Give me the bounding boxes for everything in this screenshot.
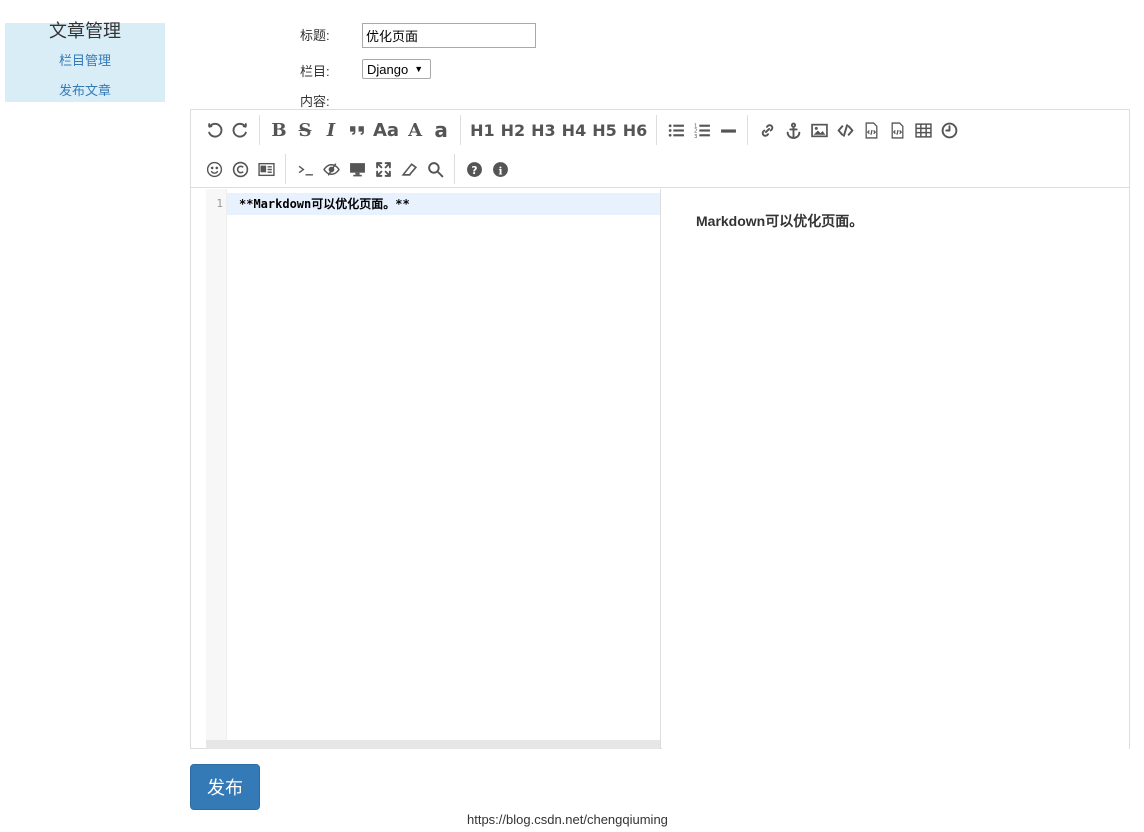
info-icon[interactable]: i	[487, 154, 513, 184]
markdown-editor: B S I Aa Aa H1 H2 H3 H4 H5 H6 1 2 3 ? i 1 **Markdown可以…	[190, 109, 1130, 749]
toolbar-separator	[747, 115, 749, 145]
toolbar-row-2: ? i	[201, 151, 513, 187]
svg-text:i: i	[498, 164, 502, 177]
strikethrough-button[interactable]: S	[292, 115, 318, 145]
h1-button[interactable]: H1	[467, 115, 498, 145]
uppercase-button[interactable]: Aa	[370, 115, 402, 145]
pagebreak-icon[interactable]	[253, 154, 279, 184]
preformatted-icon[interactable]	[884, 115, 910, 145]
datetime-icon[interactable]	[936, 115, 962, 145]
toolbar-row-1: B S I Aa Aa H1 H2 H3 H4 H5 H6 1 2 3	[201, 112, 962, 148]
title-label: 标题:	[300, 28, 330, 43]
line-number: 1	[216, 197, 223, 210]
code-line[interactable]: **Markdown可以优化页面。**	[239, 195, 410, 212]
link-icon[interactable]	[754, 115, 780, 145]
svg-text:3: 3	[694, 133, 697, 138]
inline-code-icon[interactable]	[832, 115, 858, 145]
toolbar-separator	[454, 154, 455, 184]
html-entities-icon[interactable]	[227, 154, 253, 184]
sidebar: 文章管理 栏目管理 发布文章	[5, 21, 165, 102]
h2-button[interactable]: H2	[498, 115, 529, 145]
unordered-list-icon[interactable]	[663, 115, 689, 145]
editor-toolbar: B S I Aa Aa H1 H2 H3 H4 H5 H6 1 2 3 ? i	[191, 110, 1129, 188]
sidebar-link-publish-article[interactable]: 发布文章	[5, 81, 165, 101]
redo-icon[interactable]	[227, 115, 253, 145]
emoji-icon[interactable]	[201, 154, 227, 184]
sidebar-link-column-management[interactable]: 栏目管理	[5, 51, 165, 71]
h5-button[interactable]: H5	[589, 115, 620, 145]
h3-button[interactable]: H3	[528, 115, 559, 145]
watch-icon[interactable]	[292, 154, 318, 184]
preview-icon[interactable]	[344, 154, 370, 184]
help-icon[interactable]: ?	[461, 154, 487, 184]
column-select[interactable]: Django ▼	[362, 59, 431, 79]
preview-text: Markdown可以优化页面。	[696, 213, 864, 229]
sidebar-title: 文章管理	[49, 21, 121, 41]
quote-icon[interactable]	[344, 115, 370, 145]
lowercase-a-button[interactable]: a	[428, 115, 454, 145]
toolbar-separator	[259, 115, 260, 145]
uppercase-a-button[interactable]: A	[402, 115, 428, 145]
h4-button[interactable]: H4	[559, 115, 590, 145]
chevron-down-icon: ▼	[414, 64, 424, 74]
h6-button[interactable]: H6	[620, 115, 651, 145]
clear-icon[interactable]	[396, 154, 422, 184]
preview-pane: Markdown可以优化页面。	[662, 189, 1129, 749]
watermark-url: https://blog.csdn.net/chengqiuming	[467, 812, 668, 827]
toolbar-separator	[656, 115, 658, 145]
table-icon[interactable]	[910, 115, 936, 145]
toolbar-separator	[460, 115, 462, 145]
search-icon[interactable]	[422, 154, 448, 184]
toolbar-separator	[285, 154, 286, 184]
image-icon[interactable]	[806, 115, 832, 145]
fullscreen-icon[interactable]	[370, 154, 396, 184]
title-input[interactable]: 优化页面	[362, 23, 536, 48]
bold-button[interactable]: B	[266, 115, 292, 145]
unwatch-icon[interactable]	[318, 154, 344, 184]
content-label: 内容:	[300, 94, 330, 109]
anchor-icon[interactable]	[780, 115, 806, 145]
horizontal-scrollbar[interactable]	[206, 740, 660, 749]
code-block-icon[interactable]	[858, 115, 884, 145]
publish-button[interactable]: 发布	[190, 764, 260, 810]
horizontal-rule-icon[interactable]	[715, 115, 741, 145]
undo-icon[interactable]	[201, 115, 227, 145]
italic-button[interactable]: I	[318, 115, 344, 145]
line-gutter	[206, 189, 227, 749]
ordered-list-icon[interactable]: 123	[689, 115, 715, 145]
svg-text:?: ?	[471, 163, 477, 176]
code-pane[interactable]: 1 **Markdown可以优化页面。**	[206, 189, 661, 749]
column-select-value: Django	[367, 61, 409, 77]
column-label: 栏目:	[300, 64, 330, 79]
